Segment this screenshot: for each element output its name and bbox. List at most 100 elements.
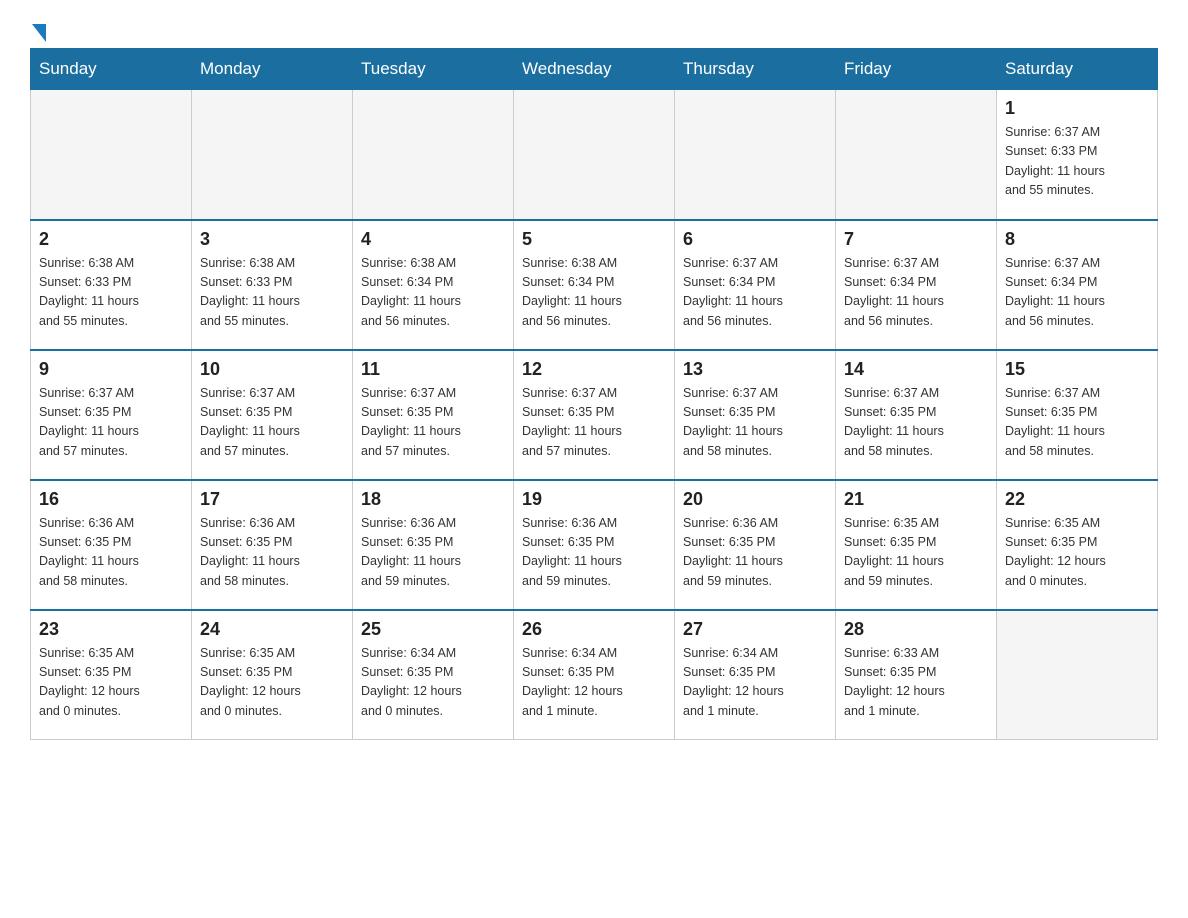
calendar-cell: 4 Sunrise: 6:38 AM Sunset: 6:34 PM Daylig…: [353, 220, 514, 350]
day-number: 18: [361, 489, 505, 510]
calendar-week-row: 1 Sunrise: 6:37 AM Sunset: 6:33 PM Daylig…: [31, 90, 1158, 220]
calendar-cell: 2 Sunrise: 6:38 AM Sunset: 6:33 PM Daylig…: [31, 220, 192, 350]
day-info: Sunrise: 6:37 AM Sunset: 6:35 PM Dayligh…: [522, 384, 666, 462]
page-header: [30, 20, 1158, 38]
day-info: Sunrise: 6:37 AM Sunset: 6:34 PM Dayligh…: [1005, 254, 1149, 332]
day-number: 11: [361, 359, 505, 380]
calendar-cell: [192, 90, 353, 220]
calendar-cell: 22 Sunrise: 6:35 AM Sunset: 6:35 PM Dayli…: [997, 480, 1158, 610]
day-number: 10: [200, 359, 344, 380]
calendar-cell: 9 Sunrise: 6:37 AM Sunset: 6:35 PM Daylig…: [31, 350, 192, 480]
calendar-cell: [997, 610, 1158, 740]
calendar-cell: 19 Sunrise: 6:36 AM Sunset: 6:35 PM Dayli…: [514, 480, 675, 610]
day-number: 21: [844, 489, 988, 510]
day-info: Sunrise: 6:38 AM Sunset: 6:34 PM Dayligh…: [522, 254, 666, 332]
calendar-header-tuesday: Tuesday: [353, 49, 514, 90]
day-number: 4: [361, 229, 505, 250]
calendar-cell: [514, 90, 675, 220]
day-number: 28: [844, 619, 988, 640]
day-info: Sunrise: 6:38 AM Sunset: 6:34 PM Dayligh…: [361, 254, 505, 332]
calendar-cell: 21 Sunrise: 6:35 AM Sunset: 6:35 PM Dayli…: [836, 480, 997, 610]
calendar-cell: 8 Sunrise: 6:37 AM Sunset: 6:34 PM Daylig…: [997, 220, 1158, 350]
calendar-week-row: 16 Sunrise: 6:36 AM Sunset: 6:35 PM Dayli…: [31, 480, 1158, 610]
calendar-cell: 18 Sunrise: 6:36 AM Sunset: 6:35 PM Dayli…: [353, 480, 514, 610]
day-info: Sunrise: 6:35 AM Sunset: 6:35 PM Dayligh…: [844, 514, 988, 592]
day-info: Sunrise: 6:37 AM Sunset: 6:35 PM Dayligh…: [200, 384, 344, 462]
day-info: Sunrise: 6:36 AM Sunset: 6:35 PM Dayligh…: [361, 514, 505, 592]
day-number: 6: [683, 229, 827, 250]
day-number: 19: [522, 489, 666, 510]
calendar-cell: 6 Sunrise: 6:37 AM Sunset: 6:34 PM Daylig…: [675, 220, 836, 350]
day-number: 3: [200, 229, 344, 250]
day-info: Sunrise: 6:37 AM Sunset: 6:35 PM Dayligh…: [683, 384, 827, 462]
day-info: Sunrise: 6:35 AM Sunset: 6:35 PM Dayligh…: [200, 644, 344, 722]
calendar-cell: 3 Sunrise: 6:38 AM Sunset: 6:33 PM Daylig…: [192, 220, 353, 350]
day-info: Sunrise: 6:35 AM Sunset: 6:35 PM Dayligh…: [39, 644, 183, 722]
day-info: Sunrise: 6:38 AM Sunset: 6:33 PM Dayligh…: [39, 254, 183, 332]
calendar-header-saturday: Saturday: [997, 49, 1158, 90]
calendar-cell: 26 Sunrise: 6:34 AM Sunset: 6:35 PM Dayli…: [514, 610, 675, 740]
day-info: Sunrise: 6:37 AM Sunset: 6:35 PM Dayligh…: [39, 384, 183, 462]
day-info: Sunrise: 6:37 AM Sunset: 6:35 PM Dayligh…: [361, 384, 505, 462]
day-number: 8: [1005, 229, 1149, 250]
calendar-week-row: 23 Sunrise: 6:35 AM Sunset: 6:35 PM Dayli…: [31, 610, 1158, 740]
day-info: Sunrise: 6:35 AM Sunset: 6:35 PM Dayligh…: [1005, 514, 1149, 592]
day-info: Sunrise: 6:37 AM Sunset: 6:33 PM Dayligh…: [1005, 123, 1149, 201]
day-number: 7: [844, 229, 988, 250]
logo: [30, 20, 46, 38]
calendar-cell: [675, 90, 836, 220]
calendar-cell: 20 Sunrise: 6:36 AM Sunset: 6:35 PM Dayli…: [675, 480, 836, 610]
calendar-cell: 14 Sunrise: 6:37 AM Sunset: 6:35 PM Dayli…: [836, 350, 997, 480]
calendar-cell: 11 Sunrise: 6:37 AM Sunset: 6:35 PM Dayli…: [353, 350, 514, 480]
calendar-cell: 7 Sunrise: 6:37 AM Sunset: 6:34 PM Daylig…: [836, 220, 997, 350]
day-number: 1: [1005, 98, 1149, 119]
calendar-table: SundayMondayTuesdayWednesdayThursdayFrid…: [30, 48, 1158, 740]
calendar-cell: [353, 90, 514, 220]
day-number: 20: [683, 489, 827, 510]
calendar-header-friday: Friday: [836, 49, 997, 90]
calendar-cell: 10 Sunrise: 6:37 AM Sunset: 6:35 PM Dayli…: [192, 350, 353, 480]
day-number: 9: [39, 359, 183, 380]
day-number: 13: [683, 359, 827, 380]
calendar-cell: 24Sunrise: 6:35 AM Sunset: 6:35 PM Dayli…: [192, 610, 353, 740]
calendar-header-thursday: Thursday: [675, 49, 836, 90]
calendar-cell: [836, 90, 997, 220]
day-number: 26: [522, 619, 666, 640]
day-number: 17: [200, 489, 344, 510]
calendar-cell: 1 Sunrise: 6:37 AM Sunset: 6:33 PM Daylig…: [997, 90, 1158, 220]
day-number: 15: [1005, 359, 1149, 380]
calendar-header-monday: Monday: [192, 49, 353, 90]
calendar-cell: 27Sunrise: 6:34 AM Sunset: 6:35 PM Dayli…: [675, 610, 836, 740]
calendar-cell: [31, 90, 192, 220]
day-info: Sunrise: 6:37 AM Sunset: 6:34 PM Dayligh…: [683, 254, 827, 332]
day-info: Sunrise: 6:36 AM Sunset: 6:35 PM Dayligh…: [683, 514, 827, 592]
calendar-cell: 25 Sunrise: 6:34 AM Sunset: 6:35 PM Dayli…: [353, 610, 514, 740]
day-number: 23: [39, 619, 183, 640]
day-info: Sunrise: 6:37 AM Sunset: 6:34 PM Dayligh…: [844, 254, 988, 332]
day-info: Sunrise: 6:37 AM Sunset: 6:35 PM Dayligh…: [844, 384, 988, 462]
calendar-cell: 5 Sunrise: 6:38 AM Sunset: 6:34 PM Daylig…: [514, 220, 675, 350]
calendar-header-row: SundayMondayTuesdayWednesdayThursdayFrid…: [31, 49, 1158, 90]
calendar-header-wednesday: Wednesday: [514, 49, 675, 90]
day-info: Sunrise: 6:36 AM Sunset: 6:35 PM Dayligh…: [522, 514, 666, 592]
day-info: Sunrise: 6:33 AM Sunset: 6:35 PM Dayligh…: [844, 644, 988, 722]
day-info: Sunrise: 6:36 AM Sunset: 6:35 PM Dayligh…: [200, 514, 344, 592]
day-info: Sunrise: 6:36 AM Sunset: 6:35 PM Dayligh…: [39, 514, 183, 592]
day-number: 16: [39, 489, 183, 510]
day-number: 27: [683, 619, 827, 640]
day-number: 25: [361, 619, 505, 640]
day-number: 22: [1005, 489, 1149, 510]
calendar-cell: 23 Sunrise: 6:35 AM Sunset: 6:35 PM Dayli…: [31, 610, 192, 740]
day-number: 14: [844, 359, 988, 380]
day-number: 2: [39, 229, 183, 250]
calendar-cell: 17 Sunrise: 6:36 AM Sunset: 6:35 PM Dayli…: [192, 480, 353, 610]
calendar-header-sunday: Sunday: [31, 49, 192, 90]
calendar-cell: 28 Sunrise: 6:33 AM Sunset: 6:35 PM Dayli…: [836, 610, 997, 740]
logo-arrow-icon: [32, 24, 46, 42]
calendar-cell: 12Sunrise: 6:37 AM Sunset: 6:35 PM Dayli…: [514, 350, 675, 480]
day-number: 5: [522, 229, 666, 250]
day-info: Sunrise: 6:38 AM Sunset: 6:33 PM Dayligh…: [200, 254, 344, 332]
day-info: Sunrise: 6:34 AM Sunset: 6:35 PM Dayligh…: [361, 644, 505, 722]
calendar-week-row: 9 Sunrise: 6:37 AM Sunset: 6:35 PM Daylig…: [31, 350, 1158, 480]
day-info: Sunrise: 6:34 AM Sunset: 6:35 PM Dayligh…: [522, 644, 666, 722]
